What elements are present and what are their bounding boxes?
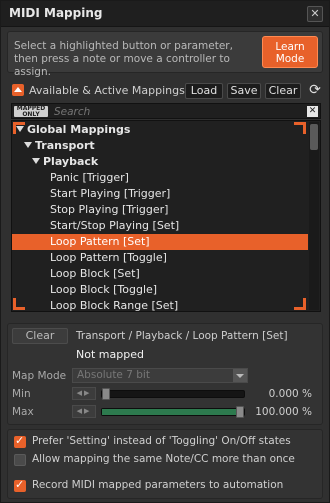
- map-mode-label: Map Mode: [12, 370, 67, 382]
- mapping-status: Not mapped: [76, 348, 144, 361]
- max-slider-handle[interactable]: [236, 406, 244, 418]
- tree-row[interactable]: Panic [Trigger]: [12, 170, 308, 186]
- tree-row[interactable]: Loop Block [Toggle]: [12, 282, 308, 298]
- clear-mapping-button[interactable]: Clear: [12, 328, 68, 344]
- expand-arrow-icon[interactable]: [32, 158, 40, 164]
- max-stepper[interactable]: ◀▶: [72, 405, 96, 418]
- scrollbar-thumb[interactable]: [310, 124, 318, 150]
- allow-duplicate-checkbox[interactable]: [14, 454, 26, 466]
- tree-row-label: Start Playing [Trigger]: [50, 187, 171, 200]
- tree-row-label: Panic [Trigger]: [50, 171, 129, 184]
- max-slider[interactable]: [101, 406, 245, 418]
- record-automation-label: Record MIDI mapped parameters to automat…: [32, 479, 284, 491]
- tree-row-label: Global Mappings: [27, 123, 131, 136]
- mappings-header-label: Available & Active Mappings: [29, 84, 185, 97]
- mapping-path: Transport / Playback / Loop Pattern [Set…: [76, 330, 288, 342]
- save-button[interactable]: Save: [227, 83, 261, 99]
- mapped-only-toggle[interactable]: MAPPED ONLY: [14, 106, 48, 117]
- learn-mode-button[interactable]: Learn Mode: [262, 36, 318, 68]
- info-panel: Select a highlighted button or parameter…: [7, 31, 323, 78]
- tree-row[interactable]: Loop Pattern [Toggle]: [12, 250, 308, 266]
- clear-mappings-button[interactable]: Clear: [265, 83, 301, 99]
- focus-corner: [13, 298, 25, 310]
- expand-arrow-icon[interactable]: [24, 142, 32, 148]
- tree-row[interactable]: Global Mappings: [12, 122, 308, 138]
- record-automation-checkbox[interactable]: [14, 478, 26, 492]
- search-bar: MAPPED ONLY ✕: [11, 103, 321, 119]
- refresh-icon[interactable]: ⟳: [307, 83, 323, 99]
- tree-row[interactable]: Playback: [12, 154, 308, 170]
- chevron-down-icon: [233, 369, 247, 382]
- mapping-tree: Global Mappings Transport Playback Panic [T…: [11, 120, 321, 312]
- map-mode-select[interactable]: Absolute 7 bit: [72, 368, 248, 383]
- max-label: Max: [12, 406, 34, 418]
- tree-row[interactable]: Loop Block [Set]: [12, 266, 308, 282]
- mappings-header: Available & Active Mappings Load Save Cl…: [7, 81, 323, 101]
- max-value: 100.000 %: [255, 406, 312, 418]
- options-panel: Prefer 'Setting' instead of 'Toggling' O…: [7, 429, 323, 499]
- tree-row-label: Start/Stop Playing [Set]: [50, 219, 180, 232]
- midi-mapping-window: MIDI Mapping ✕ Select a highlighted butt…: [0, 0, 330, 503]
- max-slider-fill: [102, 409, 244, 415]
- tree-row-label: Loop Block [Set]: [50, 267, 140, 280]
- tree-row-label: Loop Pattern [Toggle]: [50, 251, 167, 264]
- title-bar[interactable]: MIDI Mapping ✕: [1, 1, 329, 27]
- info-text: Select a highlighted button or parameter…: [14, 40, 233, 78]
- tree-row[interactable]: Stop Playing [Trigger]: [12, 202, 308, 218]
- focus-corner: [294, 298, 306, 310]
- prefer-setting-label: Prefer 'Setting' instead of 'Toggling' O…: [32, 435, 291, 447]
- tree-row-label: Loop Block [Toggle]: [50, 283, 158, 296]
- min-stepper[interactable]: ◀▶: [72, 387, 96, 400]
- allow-duplicate-label: Allow mapping the same Note/CC more than…: [32, 453, 295, 465]
- min-value: 0.000 %: [268, 388, 312, 400]
- tree-row[interactable]: Start Playing [Trigger]: [12, 186, 308, 202]
- tree-row-label: Stop Playing [Trigger]: [50, 203, 169, 216]
- map-mode-value: Absolute 7 bit: [77, 369, 150, 381]
- min-slider[interactable]: [101, 388, 245, 400]
- min-label: Min: [12, 388, 31, 400]
- focus-corner: [13, 122, 25, 134]
- search-clear-icon[interactable]: ✕: [307, 106, 318, 117]
- tree-row[interactable]: Start/Stop Playing [Set]: [12, 218, 308, 234]
- min-slider-handle[interactable]: [102, 388, 110, 400]
- tree-row[interactable]: Loop Pattern [Set]: [12, 234, 308, 250]
- search-input[interactable]: [54, 105, 294, 118]
- load-button[interactable]: Load: [185, 83, 223, 99]
- tree-row[interactable]: Loop Block Range [Set]: [12, 298, 308, 312]
- tree-row-label: Loop Pattern [Set]: [50, 235, 150, 248]
- mapping-detail-panel: Clear Transport / Playback / Loop Patter…: [7, 323, 323, 425]
- tree-row-label: Loop Block Range [Set]: [50, 299, 179, 312]
- collapse-icon[interactable]: [12, 84, 24, 96]
- tree-scrollbar[interactable]: [309, 122, 319, 310]
- tree-row-label: Transport: [35, 139, 95, 152]
- close-button[interactable]: ✕: [307, 6, 323, 22]
- tree-row[interactable]: Transport: [12, 138, 308, 154]
- prefer-setting-checkbox[interactable]: [14, 434, 26, 448]
- focus-corner: [294, 122, 306, 134]
- tree-row-label: Playback: [43, 155, 99, 168]
- window-title: MIDI Mapping: [9, 6, 103, 20]
